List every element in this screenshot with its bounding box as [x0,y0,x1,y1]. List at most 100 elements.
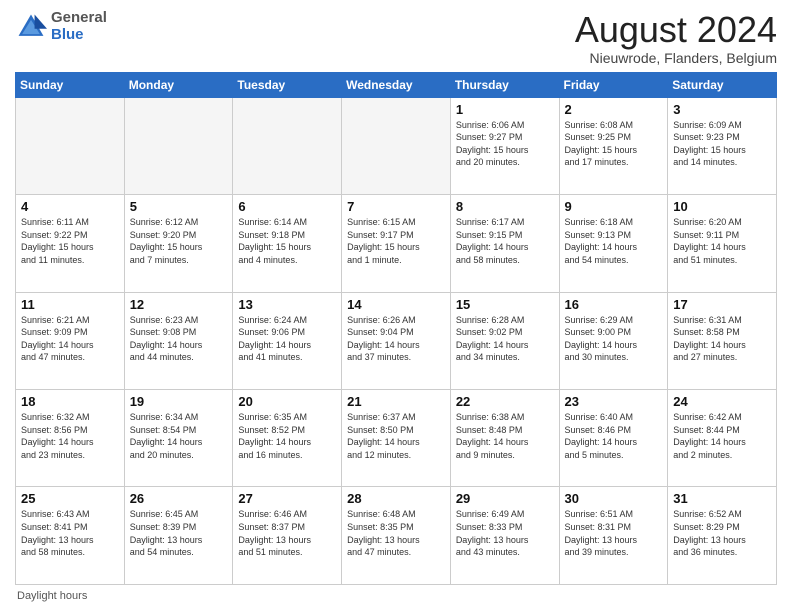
cell-0-0 [16,97,125,194]
day-number: 12 [130,297,228,312]
cell-1-2: 6 Sunrise: 6:14 AM Sunset: 9:18 PM Daylig… [233,195,342,292]
cell-0-2 [233,97,342,194]
cell-0-4: 1 Sunrise: 6:06 AM Sunset: 9:27 PM Daylig… [450,97,559,194]
day-number: 18 [21,394,119,409]
day-detail: Sunrise: 6:24 AM Sunset: 9:06 PM Dayligh… [238,314,336,364]
day-number: 2 [565,102,663,117]
cell-3-3: 21Sunrise: 6:37 AM Sunset: 8:50 PM Dayli… [342,390,451,487]
day-detail: Sunrise: 6:14 AM Sunset: 9:18 PM Dayligh… [238,216,336,266]
cell-3-2: 20 Sunrise: 6:35 AM Sunset: 8:52 PM Dayli… [233,390,342,487]
cell-1-4: 8 Sunrise: 6:17 AM Sunset: 9:15 PM Daylig… [450,195,559,292]
cell-1-6: 10 Sunrise: 6:20 AM Sunset: 9:11 PM Dayli… [668,195,777,292]
day-number: 1 [456,102,554,117]
header: General Blue August 2024 Nieuwrode, Flan… [15,10,777,66]
cell-4-4: 29Sunrise: 6:49 AM Sunset: 8:33 PM Dayli… [450,487,559,585]
day-number: 8 [456,199,554,214]
day-detail: Sunrise: 6:40 AM Sunset: 8:46 PM Dayligh… [565,411,663,461]
cell-3-6: 24 Sunrise: 6:42 AM Sunset: 8:44 PM Dayli… [668,390,777,487]
day-detail: Sunrise: 6:06 AM Sunset: 9:27 PM Dayligh… [456,119,554,169]
day-number: 22 [456,394,554,409]
cell-4-6: 31Sunrise: 6:52 AM Sunset: 8:29 PM Dayli… [668,487,777,585]
day-number: 11 [21,297,119,312]
calendar-header: Sunday Monday Tuesday Wednesday Thursday… [16,72,777,97]
logo-icon [15,11,47,43]
day-number: 14 [347,297,445,312]
week-row-3: 11Sunrise: 6:21 AM Sunset: 9:09 PM Dayli… [16,292,777,389]
col-monday: Monday [124,72,233,97]
day-number: 25 [21,491,119,506]
day-number: 17 [673,297,771,312]
day-detail: Sunrise: 6:17 AM Sunset: 9:15 PM Dayligh… [456,216,554,266]
day-number: 19 [130,394,228,409]
day-detail: Sunrise: 6:34 AM Sunset: 8:54 PM Dayligh… [130,411,228,461]
col-saturday: Saturday [668,72,777,97]
cell-0-3 [342,97,451,194]
day-number: 16 [565,297,663,312]
col-sunday: Sunday [16,72,125,97]
day-number: 28 [347,491,445,506]
week-row-5: 25Sunrise: 6:43 AM Sunset: 8:41 PM Dayli… [16,487,777,585]
day-detail: Sunrise: 6:23 AM Sunset: 9:08 PM Dayligh… [130,314,228,364]
day-detail: Sunrise: 6:09 AM Sunset: 9:23 PM Dayligh… [673,119,771,169]
col-friday: Friday [559,72,668,97]
cell-0-6: 3 Sunrise: 6:09 AM Sunset: 9:23 PM Daylig… [668,97,777,194]
day-detail: Sunrise: 6:12 AM Sunset: 9:20 PM Dayligh… [130,216,228,266]
day-number: 20 [238,394,336,409]
footer-note: Daylight hours [15,590,777,602]
cell-3-4: 22 Sunrise: 6:38 AM Sunset: 8:48 PM Dayli… [450,390,559,487]
cell-4-1: 26Sunrise: 6:45 AM Sunset: 8:39 PM Dayli… [124,487,233,585]
day-detail: Sunrise: 6:18 AM Sunset: 9:13 PM Dayligh… [565,216,663,266]
day-number: 10 [673,199,771,214]
cell-0-1 [124,97,233,194]
day-number: 30 [565,491,663,506]
month-title: August 2024 [575,10,777,50]
day-number: 21 [347,394,445,409]
cell-3-5: 23 Sunrise: 6:40 AM Sunset: 8:46 PM Dayli… [559,390,668,487]
cell-1-1: 5 Sunrise: 6:12 AM Sunset: 9:20 PM Daylig… [124,195,233,292]
day-detail: Sunrise: 6:48 AM Sunset: 8:35 PM Dayligh… [347,508,445,558]
logo-text: General Blue [51,10,107,43]
logo-general-text: General [51,9,107,26]
day-detail: Sunrise: 6:20 AM Sunset: 9:11 PM Dayligh… [673,216,771,266]
cell-2-0: 11Sunrise: 6:21 AM Sunset: 9:09 PM Dayli… [16,292,125,389]
week-row-4: 18Sunrise: 6:32 AM Sunset: 8:56 PM Dayli… [16,390,777,487]
day-number: 24 [673,394,771,409]
day-number: 6 [238,199,336,214]
location: Nieuwrode, Flanders, Belgium [575,50,777,66]
cell-4-5: 30Sunrise: 6:51 AM Sunset: 8:31 PM Dayli… [559,487,668,585]
col-tuesday: Tuesday [233,72,342,97]
day-number: 15 [456,297,554,312]
cell-4-0: 25Sunrise: 6:43 AM Sunset: 8:41 PM Dayli… [16,487,125,585]
cell-4-2: 27 Sunrise: 6:46 AM Sunset: 8:37 PM Dayli… [233,487,342,585]
day-detail: Sunrise: 6:31 AM Sunset: 8:58 PM Dayligh… [673,314,771,364]
week-row-2: 4Sunrise: 6:11 AM Sunset: 9:22 PM Daylig… [16,195,777,292]
day-number: 5 [130,199,228,214]
day-detail: Sunrise: 6:35 AM Sunset: 8:52 PM Dayligh… [238,411,336,461]
day-detail: Sunrise: 6:26 AM Sunset: 9:04 PM Dayligh… [347,314,445,364]
calendar-page: General Blue August 2024 Nieuwrode, Flan… [0,0,792,612]
calendar-table: Sunday Monday Tuesday Wednesday Thursday… [15,72,777,585]
cell-2-2: 13 Sunrise: 6:24 AM Sunset: 9:06 PM Dayli… [233,292,342,389]
day-number: 31 [673,491,771,506]
day-detail: Sunrise: 6:45 AM Sunset: 8:39 PM Dayligh… [130,508,228,558]
day-number: 3 [673,102,771,117]
title-area: August 2024 Nieuwrode, Flanders, Belgium [575,10,777,66]
day-detail: Sunrise: 6:29 AM Sunset: 9:00 PM Dayligh… [565,314,663,364]
day-number: 23 [565,394,663,409]
day-detail: Sunrise: 6:46 AM Sunset: 8:37 PM Dayligh… [238,508,336,558]
day-detail: Sunrise: 6:38 AM Sunset: 8:48 PM Dayligh… [456,411,554,461]
day-detail: Sunrise: 6:08 AM Sunset: 9:25 PM Dayligh… [565,119,663,169]
day-number: 13 [238,297,336,312]
cell-3-1: 19 Sunrise: 6:34 AM Sunset: 8:54 PM Dayli… [124,390,233,487]
day-detail: Sunrise: 6:42 AM Sunset: 8:44 PM Dayligh… [673,411,771,461]
day-detail: Sunrise: 6:11 AM Sunset: 9:22 PM Dayligh… [21,216,119,266]
logo-blue-text: Blue [51,26,84,43]
day-number: 27 [238,491,336,506]
cell-1-5: 9Sunrise: 6:18 AM Sunset: 9:13 PM Daylig… [559,195,668,292]
cell-2-1: 12 Sunrise: 6:23 AM Sunset: 9:08 PM Dayli… [124,292,233,389]
cell-2-4: 15Sunrise: 6:28 AM Sunset: 9:02 PM Dayli… [450,292,559,389]
cell-0-5: 2 Sunrise: 6:08 AM Sunset: 9:25 PM Daylig… [559,97,668,194]
header-row: Sunday Monday Tuesday Wednesday Thursday… [16,72,777,97]
col-thursday: Thursday [450,72,559,97]
day-number: 7 [347,199,445,214]
